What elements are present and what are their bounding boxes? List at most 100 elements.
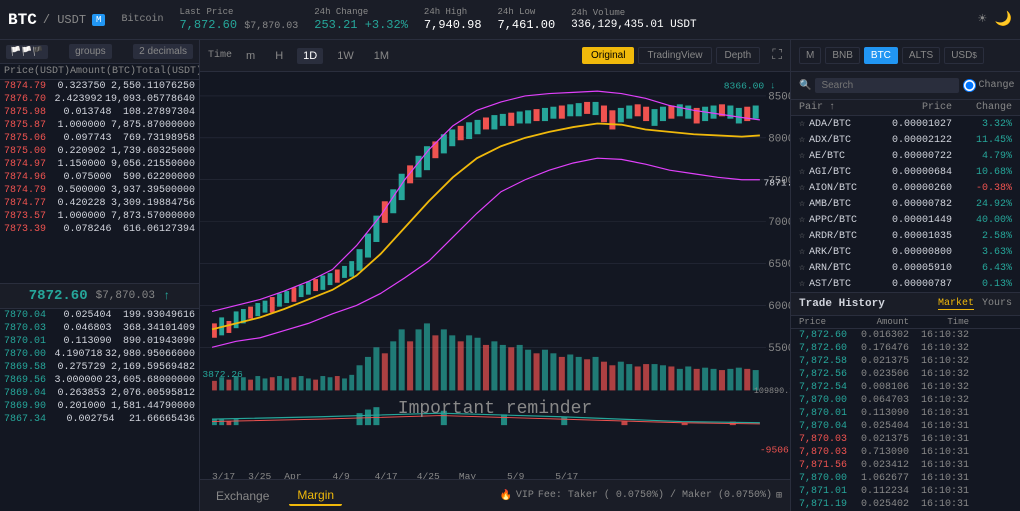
star-icon[interactable]: ☆ (799, 230, 805, 242)
time-btn-1d[interactable]: 1D (297, 48, 323, 64)
trade-history-title: Trade History (799, 298, 885, 310)
low-label: 24h Low (498, 7, 556, 17)
alts-button[interactable]: ALTS (902, 47, 940, 64)
ask-row[interactable]: 7874.971.1500009,056.21550000 (0, 158, 199, 171)
svg-text:Apr: Apr (284, 471, 301, 479)
ask-row[interactable]: 7875.000.2209021,739.60325000 (0, 145, 199, 158)
change-radio-label[interactable]: Change (963, 79, 1014, 92)
exchange-tab[interactable]: Exchange (208, 487, 277, 505)
pair-row[interactable]: ☆ AE/BTC 0.00000722 4.79% (791, 148, 1020, 164)
pair-row[interactable]: ☆ ARN/BTC 0.00005910 6.43% (791, 260, 1020, 276)
bid-row[interactable]: 7870.040.025404199.93049616 (0, 309, 199, 322)
pair-base: BTC (8, 11, 37, 29)
star-icon[interactable]: ☆ (799, 246, 805, 258)
decimals-button[interactable]: 2 decimals (133, 44, 193, 59)
trade-row: 7,872.54 0.008106 16:10:32 (791, 381, 1020, 394)
sun-icon[interactable]: ☀ (978, 11, 986, 28)
bid-row[interactable]: 7867.340.00275421.66665436 (0, 413, 199, 426)
ask-row[interactable]: 7873.390.078246616.06127394 (0, 223, 199, 236)
svg-text:8000: 8000 (768, 133, 790, 145)
chart-canvas: 8500 8000 7500 7000 6500 6000 5500 (200, 72, 790, 479)
pair-title: BTC / USDT M (8, 11, 105, 29)
expand-icon[interactable]: ⛶ (772, 48, 782, 64)
ask-row[interactable]: 7874.960.075000590.62200000 (0, 171, 199, 184)
bid-row[interactable]: 7869.563.00000023,605.68000000 (0, 374, 199, 387)
col-total-header: Total(USDT) (136, 66, 200, 77)
bid-row[interactable]: 7869.040.2638532,076.00595812 (0, 387, 199, 400)
ask-row[interactable]: 7874.790.5000003,937.39500000 (0, 184, 199, 197)
star-icon[interactable]: ☆ (799, 134, 805, 146)
bid-row[interactable]: 7869.580.2757292,169.59569482 (0, 361, 199, 374)
pair-row[interactable]: ☆ ARK/BTC 0.00000800 3.63% (791, 244, 1020, 260)
yours-tab[interactable]: Yours (982, 298, 1012, 310)
usd-button[interactable]: USD$ (944, 47, 984, 64)
chart-type-tradingview[interactable]: TradingView (638, 47, 711, 64)
svg-text:May: May (459, 471, 477, 479)
svg-text:-9506.26: -9506.26 (760, 445, 790, 456)
svg-text:5/17: 5/17 (555, 471, 578, 479)
time-btn-1m[interactable]: 1M (368, 48, 395, 64)
svg-text:6000: 6000 (768, 301, 790, 313)
pair-quote: / USDT (43, 13, 86, 27)
pair-row[interactable]: ☆ APPC/BTC 0.00001449 40.00% (791, 212, 1020, 228)
time-btn-h[interactable]: H (269, 48, 289, 64)
bid-row[interactable]: 7870.010.113090890.01943090 (0, 335, 199, 348)
star-icon[interactable]: ☆ (799, 166, 805, 178)
chart-area: Time m H 1D 1W 1M Original TradingView D… (200, 40, 790, 511)
ob-header: 🏳️🏳️🏴 groups 2 decimals (0, 40, 199, 64)
pair-row[interactable]: ☆ AGI/BTC 0.00000684 10.68% (791, 164, 1020, 180)
mid-price-value: 7872.60 (29, 288, 88, 304)
moon-icon[interactable]: 🌙 (995, 11, 1012, 28)
mid-price-usd: $7,870.03 (96, 290, 155, 302)
star-icon[interactable]: ☆ (799, 118, 805, 130)
time-btn-m[interactable]: m (240, 48, 261, 64)
ask-row[interactable]: 7875.871.0000007,875.87000000 (0, 119, 199, 132)
svg-text:8366.00 ↓: 8366.00 ↓ (724, 81, 776, 92)
chart-type-depth[interactable]: Depth (716, 47, 761, 64)
market-tab[interactable]: Market (938, 298, 974, 310)
bid-row[interactable]: 7869.900.2010001,581.44790000 (0, 400, 199, 413)
search-input[interactable] (815, 78, 959, 93)
pair-row[interactable]: ☆ AION/BTC 0.00000260 -0.38% (791, 180, 1020, 196)
change-radio[interactable] (963, 79, 976, 92)
vip-fee-info: 🔥 VIP Fee: Taker ( 0.0750%) / Maker (0.0… (499, 490, 782, 502)
star-icon[interactable]: ☆ (799, 262, 805, 274)
star-icon[interactable]: ☆ (799, 278, 805, 290)
ask-row[interactable]: 7876.702.42399219,093.05778640 (0, 93, 199, 106)
ask-row[interactable]: 7874.770.4202283,309.19884756 (0, 197, 199, 210)
ask-row[interactable]: 7874.790.3237502,550.11076250 (0, 80, 199, 93)
groups-button[interactable]: groups (69, 44, 112, 59)
pair-row[interactable]: ☆ AST/BTC 0.00000787 0.13% (791, 276, 1020, 292)
fire-icon: 🔥 (499, 490, 511, 502)
trade-row: 7,870.03 0.713090 16:10:31 (791, 446, 1020, 459)
bnb-button[interactable]: BNB (825, 47, 860, 64)
chart-type-original[interactable]: Original (582, 47, 634, 64)
ask-row[interactable]: 7875.060.097743769.73198958 (0, 132, 199, 145)
chart-bottom-tabs: Exchange Margin 🔥 VIP Fee: Taker ( 0.075… (200, 479, 790, 511)
star-icon[interactable]: ☆ (799, 150, 805, 162)
svg-text:4/25: 4/25 (417, 471, 440, 479)
m-button[interactable]: M (799, 47, 821, 64)
pair-row[interactable]: ☆ ADA/BTC 0.00001027 3.32% (791, 116, 1020, 132)
ask-row[interactable]: 7873.571.0000007,873.57000000 (0, 210, 199, 223)
time-btn-1w[interactable]: 1W (331, 48, 360, 64)
pair-row[interactable]: ☆ AMB/BTC 0.00000782 24.92% (791, 196, 1020, 212)
pair-list: ☆ ADA/BTC 0.00001027 3.32% ☆ ADX/BTC 0.0… (791, 116, 1020, 292)
ob-controls: 🏳️🏳️🏴 (6, 45, 48, 59)
btc-button[interactable]: BTC (864, 47, 898, 64)
ask-row[interactable]: 7875.980.013748108.27897304 (0, 106, 199, 119)
svg-text:4/17: 4/17 (375, 471, 398, 479)
star-icon[interactable]: ☆ (799, 198, 805, 210)
trade-row: 7,870.01 0.113090 16:10:31 (791, 407, 1020, 420)
margin-tab[interactable]: Margin (289, 486, 342, 506)
rp-top: M BNB BTC ALTS USD$ (791, 40, 1020, 72)
star-icon[interactable]: ☆ (799, 182, 805, 194)
pair-row[interactable]: ☆ ADX/BTC 0.00002122 11.45% (791, 132, 1020, 148)
trade-history-header: Trade History Market Yours (791, 292, 1020, 316)
pair-row[interactable]: ☆ ARDR/BTC 0.00001035 2.58% (791, 228, 1020, 244)
volume-24h-block: 24h Volume 336,129,435.01 USDT (571, 8, 696, 31)
bid-row[interactable]: 7870.004.19071832,980.95066000 (0, 348, 199, 361)
star-icon[interactable]: ☆ (799, 214, 805, 226)
settings-icon[interactable]: ⊞ (776, 490, 782, 502)
bid-row[interactable]: 7870.030.046803368.34101409 (0, 322, 199, 335)
